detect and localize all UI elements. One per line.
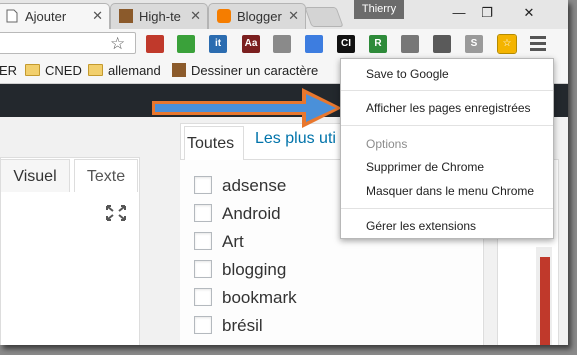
tab-strip: Ajouter ✕ High-te ✕ Blogger ✕ Thierry — …: [0, 0, 568, 29]
new-tab-button[interactable]: [304, 7, 344, 27]
folder-icon: [25, 64, 40, 76]
save-to-google-icon[interactable]: ☆: [497, 34, 517, 54]
site-favicon-icon: [172, 63, 186, 77]
tab-title: Blogger: [237, 9, 282, 24]
chrome-menu-icon[interactable]: [530, 33, 546, 55]
category-checkbox[interactable]: Art: [194, 232, 244, 252]
category-checkbox[interactable]: Android: [194, 204, 281, 224]
tab-title: Ajouter: [25, 9, 67, 24]
bookmark-dessiner[interactable]: Dessiner un caractère: [172, 63, 318, 78]
menu-item-manage-extensions[interactable]: Gérer les extensions: [366, 219, 476, 233]
tab-visual[interactable]: Visuel: [0, 159, 70, 192]
tab-high-tech[interactable]: High-te ✕: [110, 3, 208, 29]
checkbox[interactable]: [194, 176, 212, 194]
menu-header-options: Options: [366, 137, 408, 151]
checkbox[interactable]: [194, 316, 212, 334]
tab-most-used[interactable]: Les plus uti: [255, 130, 336, 148]
menu-separator: [341, 125, 553, 126]
category-checkbox[interactable]: blogging: [194, 260, 286, 280]
checkbox[interactable]: [194, 260, 212, 278]
close-window-button[interactable]: ✕: [508, 1, 550, 25]
fullscreen-icon[interactable]: [106, 205, 126, 226]
it-icon[interactable]: it: [209, 35, 227, 53]
menu-item-remove-from-chrome[interactable]: Supprimer de Chrome: [366, 160, 484, 174]
maximize-button[interactable]: ❐: [466, 1, 508, 25]
bookmark-red-icon[interactable]: [146, 35, 164, 53]
folder-icon: [88, 64, 103, 76]
address-bar[interactable]: ☆: [0, 32, 136, 54]
category-checkbox[interactable]: adsense: [194, 176, 286, 196]
bookmark-item[interactable]: ER: [0, 63, 17, 78]
menu-item-show-saved-pages[interactable]: Afficher les pages enregistrées: [366, 101, 531, 115]
blogger-icon: [217, 9, 231, 23]
aa-icon[interactable]: Aa: [242, 35, 260, 53]
r-icon[interactable]: R: [369, 35, 387, 53]
bookmark-folder-allemand[interactable]: allemand: [88, 63, 161, 78]
menu-item-hide-in-chrome-menu[interactable]: Masquer dans le menu Chrome: [366, 184, 534, 198]
toolbar: ☆ it Aa CI R S ☆: [0, 29, 568, 59]
checkbox[interactable]: [194, 204, 212, 222]
annotation-arrow: [152, 88, 342, 128]
close-icon[interactable]: ✕: [190, 8, 201, 24]
menu-item-save-to-google[interactable]: Save to Google: [366, 67, 449, 81]
checkbox[interactable]: [194, 288, 212, 306]
search-ext-icon[interactable]: [433, 35, 451, 53]
bookmark-folder-cned[interactable]: CNED: [25, 63, 82, 78]
tab-blogger[interactable]: Blogger ✕: [208, 3, 306, 29]
skype-icon[interactable]: S: [465, 35, 483, 53]
tab-title: High-te: [139, 9, 181, 24]
tab-all-categories[interactable]: Toutes: [184, 126, 244, 160]
browser-window: Ajouter ✕ High-te ✕ Blogger ✕ Thierry — …: [0, 0, 568, 345]
category-checkbox[interactable]: brésil: [194, 316, 263, 336]
profile-name[interactable]: Thierry: [354, 0, 404, 19]
site-favicon-icon: [119, 9, 133, 23]
bookmark-star-icon[interactable]: ☆: [110, 35, 125, 53]
extension-menu: Save to Google Afficher les pages enregi…: [340, 58, 554, 239]
ci-icon[interactable]: CI: [337, 35, 355, 53]
scroll-thumb[interactable]: [540, 257, 550, 345]
checkbox[interactable]: [194, 232, 212, 250]
close-icon[interactable]: ✕: [288, 8, 299, 24]
image-icon[interactable]: [401, 35, 419, 53]
refresh-green-icon[interactable]: [177, 35, 195, 53]
close-icon[interactable]: ✕: [92, 8, 103, 24]
document-icon: [5, 9, 19, 23]
tab-text[interactable]: Texte: [74, 159, 138, 192]
translate-icon[interactable]: [305, 35, 323, 53]
menu-separator: [341, 208, 553, 209]
window-icon[interactable]: [273, 35, 291, 53]
category-checkbox[interactable]: bookmark: [194, 288, 297, 308]
tab-ajouter[interactable]: Ajouter ✕: [0, 3, 110, 29]
menu-separator: [341, 90, 553, 91]
